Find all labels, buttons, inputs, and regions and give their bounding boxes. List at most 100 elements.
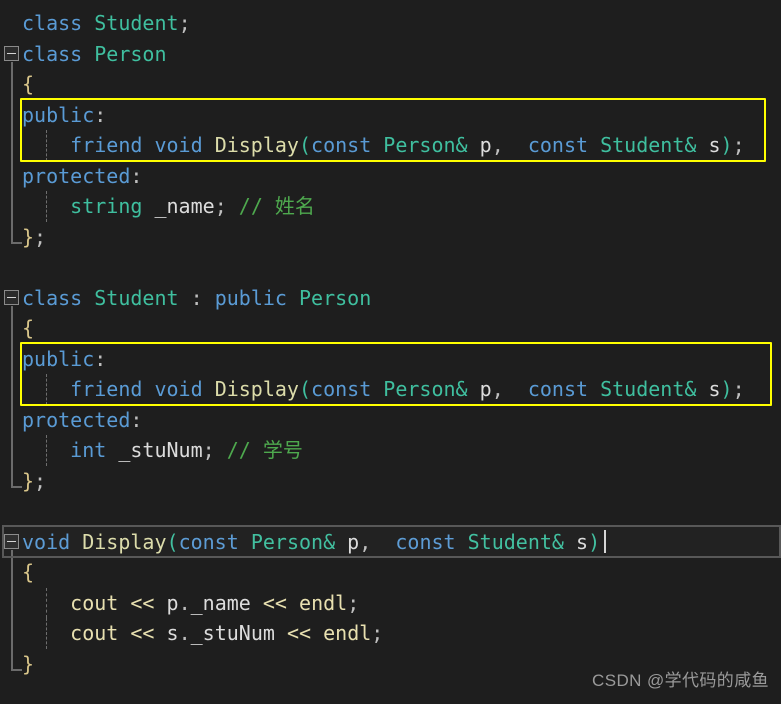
code-token: friend — [70, 377, 143, 401]
code-token: const — [395, 529, 456, 554]
text-caret — [604, 529, 606, 553]
code-line[interactable]: }; — [0, 466, 781, 497]
code-line[interactable]: }; — [0, 222, 781, 253]
code-token: _name — [190, 590, 251, 615]
code-token: const — [311, 133, 372, 157]
code-line-text: cout << p._name << endl; — [22, 588, 359, 619]
code-token: ; — [732, 377, 745, 401]
code-token: & — [455, 377, 468, 401]
code-token: & — [684, 133, 697, 157]
code-token: & — [551, 529, 564, 554]
code-token: cout — [70, 590, 119, 615]
code-line-text: protected: — [22, 405, 142, 436]
code-line[interactable]: class Student; — [0, 8, 781, 39]
code-line-text: class Person — [22, 39, 167, 70]
code-line-text: public: — [22, 344, 106, 375]
code-token: ( — [166, 529, 179, 554]
code-line[interactable]: void Display(const Person& p, const Stud… — [0, 527, 781, 558]
code-token: cout — [70, 621, 119, 645]
code-surface[interactable]: class Student; class Person{public: frien… — [0, 0, 781, 679]
code-line[interactable]: cout << p._name << endl; — [0, 587, 781, 619]
code-line-text: public: — [22, 100, 106, 131]
code-token: << — [130, 590, 155, 615]
code-line[interactable]: friend void Display(const Person& p, con… — [0, 374, 781, 405]
code-token: protected — [22, 407, 131, 432]
code-line[interactable]: friend void Display(const Person& p, con… — [0, 130, 781, 161]
code-line[interactable]: { — [0, 313, 781, 344]
code-token: . — [178, 621, 191, 645]
code-token: Person — [383, 377, 456, 401]
code-line[interactable]: int _stuNum; // 学号 — [0, 435, 781, 466]
code-line[interactable]: class Person — [0, 39, 781, 70]
code-token: public — [22, 102, 95, 127]
code-token: class — [22, 11, 83, 35]
code-token: Display — [214, 133, 299, 157]
code-token: Student — [94, 11, 179, 35]
code-line[interactable]: public: — [0, 344, 781, 375]
code-line[interactable]: { — [0, 557, 781, 588]
code-token: ; — [34, 224, 47, 249]
code-token: Person — [250, 529, 324, 554]
code-token: ; — [214, 194, 227, 218]
code-token: endl — [323, 621, 372, 645]
code-line[interactable]: protected: — [0, 161, 781, 192]
code-line[interactable]: protected: — [0, 405, 781, 436]
code-token: _stuNum — [118, 438, 203, 462]
code-token: s — [166, 621, 179, 645]
code-token: p — [479, 133, 492, 157]
code-line-text: int _stuNum; // 学号 — [22, 435, 303, 466]
code-line-text: cout << s._stuNum << endl; — [22, 618, 383, 649]
code-token: s — [708, 377, 721, 401]
code-line[interactable] — [0, 252, 781, 283]
code-editor[interactable]: class Student; class Person{public: frien… — [0, 0, 781, 704]
code-line[interactable]: string _name; // 姓名 — [0, 191, 781, 222]
code-token: p — [166, 590, 179, 615]
code-token: p — [347, 529, 360, 554]
code-token: { — [22, 72, 35, 96]
code-token: & — [455, 133, 468, 157]
code-token: , — [359, 529, 372, 554]
code-token: & — [684, 377, 697, 401]
code-token: ; — [732, 133, 745, 157]
code-line[interactable]: public: — [0, 100, 781, 131]
code-token: Person — [299, 285, 372, 310]
code-token: string — [70, 194, 143, 218]
code-line[interactable]: } — [0, 649, 781, 680]
code-line-text: protected: — [22, 161, 142, 192]
code-token: const — [311, 377, 372, 401]
code-line[interactable] — [0, 496, 781, 527]
code-token: : — [130, 407, 143, 432]
code-token: Student — [600, 133, 685, 157]
code-token: const — [527, 377, 589, 401]
code-line[interactable]: { — [0, 69, 781, 100]
code-token: friend — [70, 133, 143, 157]
code-line[interactable]: class Student : public Person — [0, 283, 781, 314]
code-token: void — [22, 529, 71, 554]
code-token: << — [286, 621, 312, 645]
code-line[interactable]: cout << s._stuNum << endl; — [0, 618, 781, 649]
code-token: public — [22, 346, 95, 371]
